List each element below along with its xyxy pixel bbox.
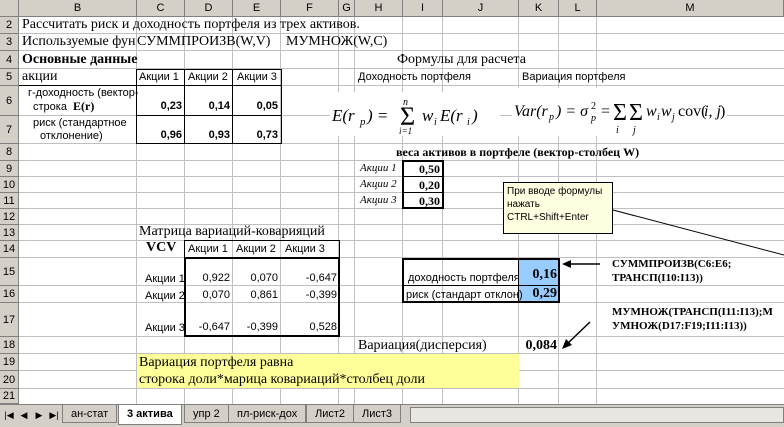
arrow-head-return [562, 260, 571, 268]
variance-label[interactable]: Вариация(дисперсия) [358, 338, 487, 354]
arrow-to-variance [565, 321, 591, 346]
sheet-tab-list2[interactable]: Лист2 [306, 405, 355, 423]
sheet-tab-upr-2[interactable]: упр 2 [184, 405, 229, 423]
tooltip-connector-line [612, 209, 784, 256]
sheet-tab-bar: |◀ ◀ ▶ ▶| ан-стат 3 актива упр 2 пл-риск… [0, 404, 784, 427]
sheet-tab-pl-risk-dokh[interactable]: пл-риск-дох [228, 405, 307, 423]
note-sumproduct-line2[interactable]: ТРАНСП(I10:I13)) [612, 272, 703, 284]
prev-sheet-button[interactable]: ◀ [17, 408, 31, 422]
sheet-tab-list3[interactable]: Лист3 [353, 405, 402, 423]
sheet-tab-an-stat[interactable]: ан-стат [62, 405, 118, 423]
note-mmult-line2[interactable]: УМНОЖ(D17:F19;I11:I13)) [612, 320, 747, 332]
sheet-tab-3-aktiva[interactable]: 3 актива [118, 405, 182, 425]
last-sheet-button[interactable]: ▶| [47, 408, 61, 422]
note-mmult-line1[interactable]: МУМНОЖ(ТРАНСП(I11:I13);М [612, 306, 773, 318]
first-sheet-button[interactable]: |◀ [2, 408, 16, 422]
horizontal-scrollbar[interactable] [410, 407, 784, 423]
next-sheet-button[interactable]: ▶ [32, 408, 46, 422]
variance-value[interactable]: 0,084 [519, 338, 558, 354]
note-sumproduct-line1[interactable]: СУММПРОИЗВ(C6:E6; [612, 258, 731, 270]
